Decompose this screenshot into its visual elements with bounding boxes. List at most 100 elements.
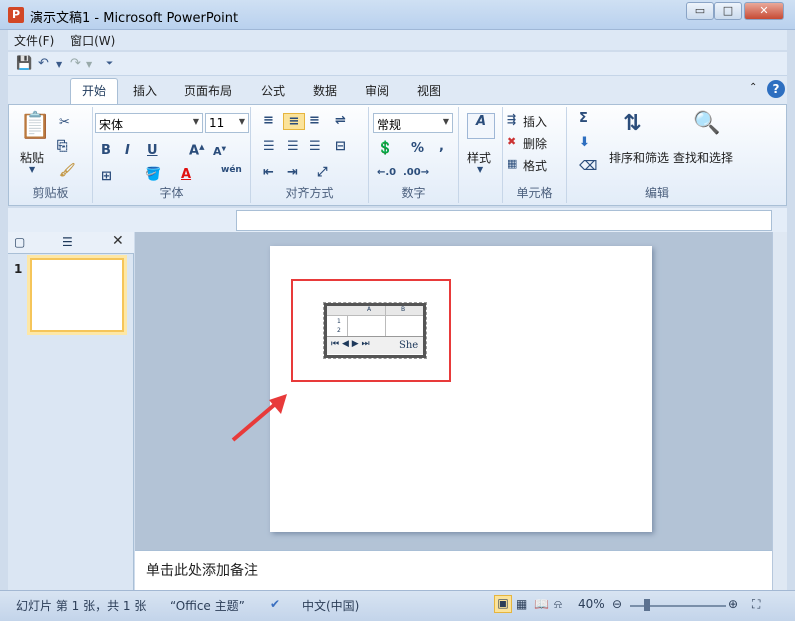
increase-decimal-icon[interactable]: ←.0	[377, 167, 396, 178]
find-select-button[interactable]: 查找和选择	[673, 149, 733, 166]
tab-view[interactable]: 视图	[417, 82, 441, 99]
wrap-text-icon[interactable]: ⇌	[335, 113, 346, 128]
undo-icon[interactable]: ↶	[38, 56, 49, 71]
sort-filter-button[interactable]: 排序和筛选	[609, 149, 669, 166]
borders-icon[interactable]: ⊞	[101, 169, 112, 184]
zoom-level[interactable]: 40%	[578, 597, 605, 611]
sort-filter-icon[interactable]: ⇅	[623, 111, 641, 136]
font-name-combo[interactable]: 宋体 ▼	[95, 113, 203, 133]
comma-icon[interactable]: ,	[439, 139, 444, 154]
align-right-icon[interactable]: ☰	[309, 139, 321, 154]
find-select-icon[interactable]: 🔍	[693, 111, 720, 136]
reading-view-icon[interactable]: 📖	[534, 597, 549, 611]
currency-icon[interactable]: 💲	[377, 141, 393, 156]
zoom-slider-thumb[interactable]	[644, 599, 650, 611]
shrink-font-icon[interactable]: A▼	[213, 145, 226, 158]
embedded-worksheet[interactable]: A B 1 2 ⏮ ◀ ▶ ⏭ She	[323, 302, 427, 359]
minimize-ribbon-icon[interactable]: ⌃	[749, 82, 757, 93]
decrease-decimal-icon[interactable]: .00→	[403, 167, 429, 178]
autosum-icon[interactable]: Σ	[579, 111, 588, 126]
copy-icon[interactable]: ⎘	[57, 139, 67, 154]
redo-icon[interactable]: ↷	[70, 56, 81, 71]
fill-color-icon[interactable]: 🪣	[145, 167, 161, 182]
tab-review[interactable]: 审阅	[365, 82, 389, 99]
decrease-indent-icon[interactable]: ⇤	[263, 165, 274, 180]
zoom-in-icon[interactable]: ⊕	[728, 597, 738, 611]
save-icon[interactable]: 💾	[16, 56, 32, 71]
sheet-nav-icons[interactable]: ⏮ ◀ ▶ ⏭	[331, 339, 370, 349]
formula-input[interactable]	[236, 210, 772, 231]
underline-icon[interactable]: U	[147, 143, 158, 158]
font-color-icon[interactable]: A	[181, 167, 191, 182]
grid-line	[347, 316, 348, 336]
number-group: 常规 ▼ 💲 % , ←.0 .00→ 数字	[369, 107, 459, 203]
column-a: A	[367, 306, 372, 313]
phonetic-icon[interactable]: wén	[221, 165, 242, 175]
theme-name[interactable]: “Office 主题”	[170, 597, 245, 614]
slide-sorter-icon[interactable]: ▦	[516, 597, 527, 611]
font-label: 字体	[159, 186, 184, 200]
vertical-scrollbar[interactable]	[772, 232, 787, 550]
tab-data[interactable]: 数据	[313, 82, 337, 99]
minimize-button[interactable]: ▭	[686, 2, 714, 20]
align-left-icon[interactable]: ☰	[263, 139, 275, 154]
tab-insert[interactable]: 插入	[133, 82, 157, 99]
row-2: 2	[337, 327, 341, 334]
paste-label[interactable]: 粘贴	[20, 149, 44, 166]
paste-dropdown-icon[interactable]: ▼	[29, 165, 35, 174]
delete-cells-button[interactable]: 删除	[523, 135, 547, 152]
format-cells-icon[interactable]: ▦	[507, 157, 517, 170]
number-format-combo[interactable]: 常规 ▼	[373, 113, 453, 133]
styles-label[interactable]: 样式	[467, 149, 491, 166]
font-size-combo[interactable]: 11 ▼	[205, 113, 249, 133]
fit-to-window-icon[interactable]: ⛶	[752, 597, 760, 612]
language[interactable]: 中文(中国)	[302, 597, 359, 614]
format-painter-icon[interactable]: 🖌	[59, 163, 76, 178]
annotation-arrow	[231, 394, 287, 442]
insert-cells-icon[interactable]: ⇶	[507, 113, 516, 126]
tab-formulas[interactable]: 公式	[261, 82, 285, 99]
close-panel-icon[interactable]: ✕	[112, 233, 124, 249]
menu-window[interactable]: 窗口(W)	[64, 30, 121, 51]
normal-view-icon[interactable]: ▣	[494, 595, 512, 613]
spell-check-icon[interactable]: ✔	[270, 597, 280, 611]
align-middle-icon[interactable]: ≡	[283, 113, 305, 130]
maximize-button[interactable]: □	[714, 2, 742, 20]
notes-scrollbar[interactable]	[772, 550, 787, 590]
tab-home[interactable]: 开始	[70, 78, 118, 105]
fill-icon[interactable]: ⬇	[579, 135, 590, 150]
notes-placeholder[interactable]: 单击此处添加备注	[146, 560, 258, 580]
cut-icon[interactable]: ✂	[59, 115, 70, 130]
italic-icon[interactable]: I	[125, 143, 130, 158]
slides-tab-icon[interactable]: ▢	[14, 235, 25, 249]
zoom-out-icon[interactable]: ⊖	[612, 597, 622, 611]
powerpoint-icon[interactable]: P	[8, 7, 24, 23]
orientation-icon[interactable]: ⤢	[317, 165, 327, 180]
align-top-icon[interactable]: ≡	[263, 113, 274, 128]
paste-icon[interactable]: 📋	[19, 111, 51, 141]
undo-dropdown-icon[interactable]: ▼	[56, 60, 62, 69]
insert-cells-button[interactable]: 插入	[523, 113, 547, 130]
help-icon[interactable]: ?	[767, 80, 785, 98]
styles-icon[interactable]: A	[467, 113, 495, 139]
format-cells-button[interactable]: 格式	[523, 157, 547, 174]
close-button[interactable]: ✕	[744, 2, 784, 20]
slideshow-icon[interactable]: ⍾	[554, 597, 562, 612]
slide-thumbnail[interactable]	[30, 258, 124, 332]
sheet-tab[interactable]: She	[399, 340, 418, 351]
styles-dropdown-icon[interactable]: ▼	[477, 165, 483, 174]
delete-cells-icon[interactable]: ✖	[507, 135, 516, 148]
increase-indent-icon[interactable]: ⇥	[287, 165, 298, 180]
menu-file[interactable]: 文件(F)	[8, 30, 60, 51]
redo-dropdown-icon[interactable]: ▼	[86, 60, 92, 69]
customize-toolbar-icon[interactable]: ⏷	[106, 59, 113, 69]
clear-icon[interactable]: ⌫	[579, 159, 597, 174]
align-bottom-icon[interactable]: ≡	[309, 113, 320, 128]
grow-font-icon[interactable]: A▲	[189, 143, 204, 158]
merge-center-icon[interactable]: ⊟	[335, 139, 346, 154]
align-center-icon[interactable]: ☰	[287, 139, 299, 154]
tab-page-layout[interactable]: 页面布局	[184, 82, 232, 99]
bold-icon[interactable]: B	[101, 143, 111, 158]
percent-icon[interactable]: %	[411, 141, 424, 156]
outline-tab-icon[interactable]: ☰	[62, 235, 73, 249]
